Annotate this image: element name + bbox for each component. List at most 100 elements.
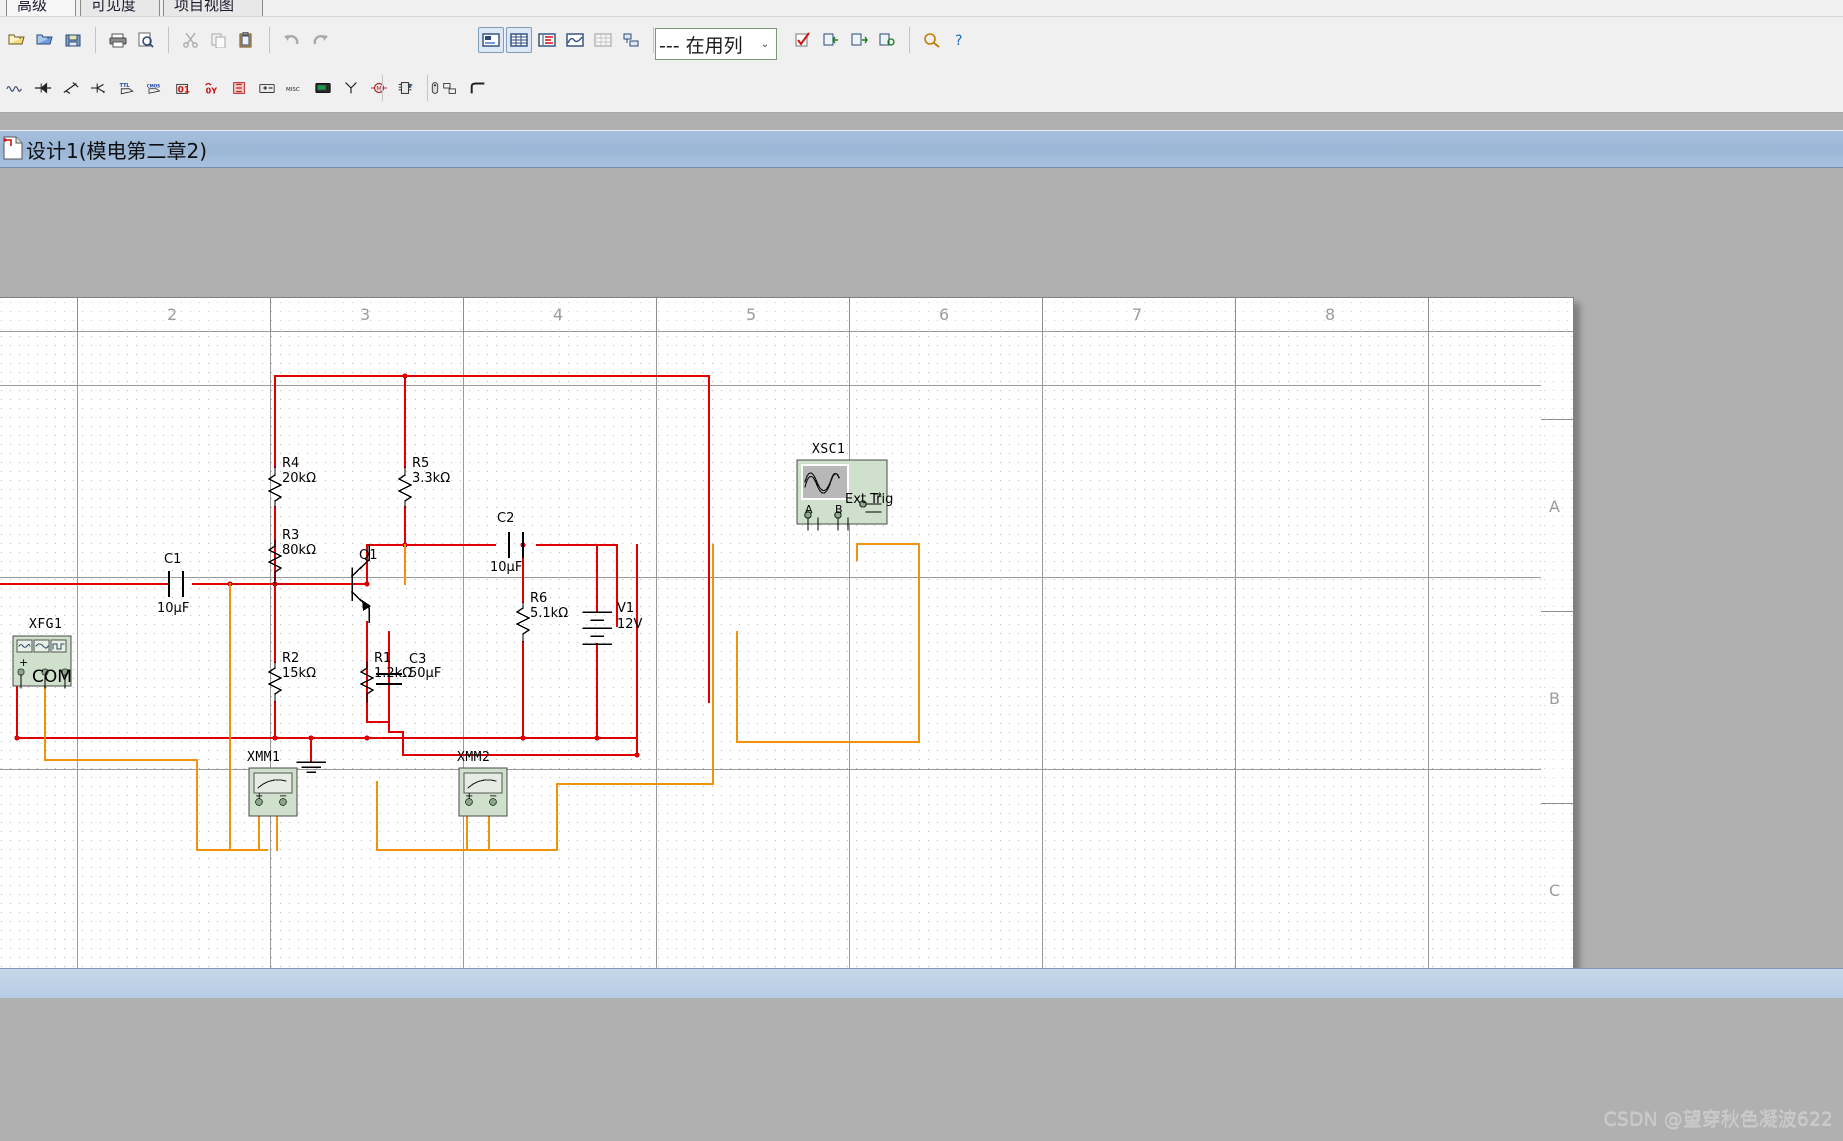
bottom-background xyxy=(0,998,1843,1141)
circuit-file-icon xyxy=(2,136,26,163)
resistor-r4-symbol xyxy=(267,466,283,508)
resistor-r1-id: R1 xyxy=(374,651,392,666)
menu-tab-advanced[interactable]: 高级 xyxy=(6,0,76,16)
schematic-canvas[interactable]: + + − + − A B → R4 20kΩ R5 3.3kΩ R3 80kΩ… xyxy=(0,332,1541,1006)
ruler-label: C xyxy=(1549,881,1561,900)
capacitor-c1-value: 10µF xyxy=(157,601,190,616)
menu-tab-project-view[interactable]: 项目视图 xyxy=(163,0,263,16)
svg-text:?: ? xyxy=(955,33,962,48)
capacitor-c1-symbol xyxy=(168,571,184,597)
power-component-icon[interactable] xyxy=(254,75,280,101)
ruler-label: A xyxy=(1549,497,1560,516)
save-file-icon[interactable] xyxy=(60,27,86,53)
toggle-full-screen-icon[interactable] xyxy=(478,27,504,53)
resistor-r2-id: R2 xyxy=(282,651,300,666)
analysis-graph-icon[interactable] xyxy=(562,27,588,53)
multisim-window: 高级 可见度 项目视图 --- 在用列 ⌄ ? TTL CMOS 01 0Y M… xyxy=(0,0,1843,1141)
print-preview-icon[interactable] xyxy=(133,27,159,53)
voltage-source-v1-value: 12V xyxy=(617,617,643,632)
new-file-icon[interactable] xyxy=(4,27,30,53)
analysis-dropdown-value: --- 在用列 xyxy=(659,34,743,57)
svg-text:A: A xyxy=(805,503,813,516)
basic-icon[interactable] xyxy=(30,75,56,101)
ruler-label: 8 xyxy=(1325,305,1336,324)
help-icon[interactable]: ? xyxy=(947,27,973,53)
oscilloscope-xsc1-id: XSC1 xyxy=(812,442,846,457)
document-title-bar: 设计1(模电第二章2) xyxy=(0,130,1843,168)
redo-icon[interactable] xyxy=(307,27,333,53)
status-bar xyxy=(0,968,1843,1000)
svg-text:−: − xyxy=(489,791,497,802)
svg-text:0Y: 0Y xyxy=(206,85,218,95)
undo-icon[interactable] xyxy=(279,27,305,53)
oscilloscope-ext-trig-label: Ext Trig xyxy=(845,492,894,507)
resistor-r6-value: 5.1kΩ xyxy=(530,606,569,621)
function-generator-com-label: COM xyxy=(32,667,72,687)
multimeter-xmm1-symbol: + − xyxy=(248,767,298,817)
menu-tab-label: 项目视图 xyxy=(174,0,235,14)
cmos-icon[interactable]: CMOS xyxy=(142,75,168,101)
function-generator-xfg1-id: XFG1 xyxy=(29,617,63,632)
mcu-icon[interactable] xyxy=(392,75,418,101)
misc-digital-icon[interactable]: 01 xyxy=(170,75,196,101)
capacitor-c3-id: C3 xyxy=(409,652,427,667)
open-file-icon[interactable] xyxy=(32,27,58,53)
svg-text:+: + xyxy=(19,656,28,669)
diode-icon[interactable] xyxy=(58,75,84,101)
resistor-r5-value: 3.3kΩ xyxy=(412,471,451,486)
zoom-area-icon[interactable] xyxy=(919,27,945,53)
forward-annotate-icon[interactable] xyxy=(846,27,872,53)
source-icon[interactable] xyxy=(2,75,28,101)
svg-text:−: − xyxy=(279,791,287,802)
resistor-r3-id: R3 xyxy=(282,528,300,543)
voltage-source-v1-id: V1 xyxy=(617,601,635,616)
watermark: CSDN @望穿秋色凝波622 xyxy=(1603,1108,1833,1130)
multimeter-xmm2-symbol: + − xyxy=(458,767,508,817)
ladder-diagram-icon[interactable] xyxy=(618,27,644,53)
circuit-sheet-window: 2 3 4 5 6 7 8 A B C + + − + − A B → R4 2… xyxy=(0,297,1574,1007)
ruler-label: 3 xyxy=(360,305,371,324)
ruler-label: 4 xyxy=(553,305,564,324)
menu-bar: 高级 可见度 项目视图 xyxy=(0,0,1843,16)
ruler-label: B xyxy=(1549,689,1560,708)
multimeter-xmm2-id: XMM2 xyxy=(457,750,491,765)
spreadsheet-view-icon[interactable] xyxy=(590,27,616,53)
capacitor-c1-id: C1 xyxy=(164,552,182,567)
copy-icon[interactable] xyxy=(206,27,232,53)
erc-check-icon[interactable] xyxy=(790,27,816,53)
paste-icon[interactable] xyxy=(234,27,260,53)
resistor-r4-id: R4 xyxy=(282,456,300,471)
rf-icon[interactable] xyxy=(338,75,364,101)
bus-icon[interactable] xyxy=(465,75,491,101)
hierarchical-block-icon[interactable] xyxy=(437,75,463,101)
svg-text:+: + xyxy=(465,791,473,802)
svg-text:MISC: MISC xyxy=(286,87,300,93)
print-icon[interactable] xyxy=(105,27,131,53)
advanced-peripherals-icon[interactable] xyxy=(310,75,336,101)
resistor-r5-id: R5 xyxy=(412,456,430,471)
resistor-r4-value: 20kΩ xyxy=(282,471,317,486)
grapher-icon[interactable] xyxy=(506,27,532,53)
misc-icon[interactable]: MISC xyxy=(282,75,308,101)
transistor-icon[interactable] xyxy=(86,75,112,101)
document-title: 设计1(模电第二章2) xyxy=(26,138,208,163)
vertical-ruler: A B C xyxy=(1539,332,1573,1006)
mixed-icon[interactable]: 0Y xyxy=(198,75,224,101)
menu-tab-visibility[interactable]: 可见度 xyxy=(80,0,160,16)
back-annotate-icon[interactable] xyxy=(818,27,844,53)
indicator-icon[interactable] xyxy=(226,75,252,101)
workspace-desktop: 2 3 4 5 6 7 8 A B C + + − + − A B → R4 2… xyxy=(0,168,1843,1031)
in-use-list-icon[interactable] xyxy=(874,27,900,53)
cut-icon[interactable] xyxy=(178,27,204,53)
ttl-icon[interactable]: TTL xyxy=(114,75,140,101)
ruler-label: 7 xyxy=(1132,305,1143,324)
capacitor-c2-id: C2 xyxy=(497,511,515,526)
analysis-dropdown[interactable]: --- 在用列 ⌄ xyxy=(655,28,777,60)
standard-toolbar: --- 在用列 ⌄ ? xyxy=(0,16,1843,64)
resistor-r2-value: 15kΩ xyxy=(282,666,317,681)
resistor-r3-value: 80kΩ xyxy=(282,543,317,558)
transistor-q1-id: Q1 xyxy=(359,548,378,563)
resistor-r5-symbol xyxy=(397,466,413,508)
post-processor-icon[interactable] xyxy=(534,27,560,53)
resistor-r6-id: R6 xyxy=(530,591,548,606)
